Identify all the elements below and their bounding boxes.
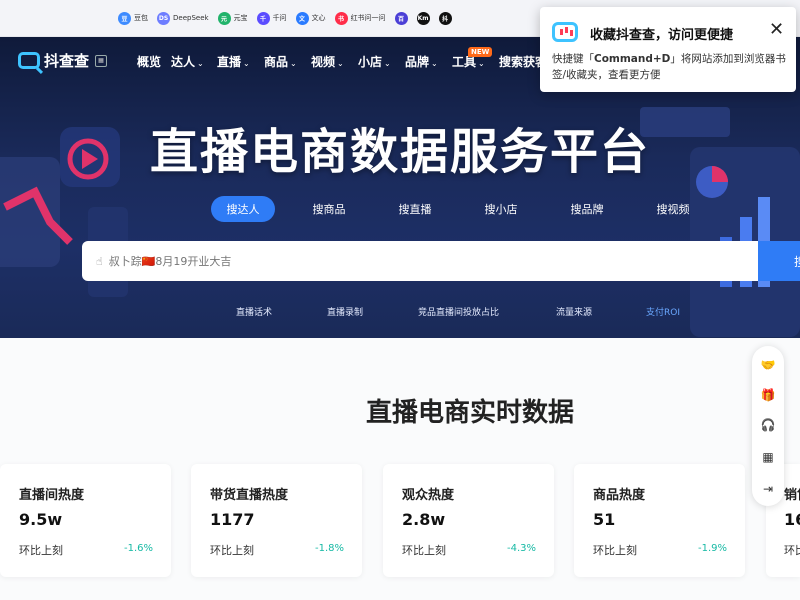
search-box: ☝ bbox=[82, 241, 800, 281]
logo-icon bbox=[552, 22, 578, 42]
search-input[interactable] bbox=[102, 242, 800, 280]
site-logo[interactable]: 抖查查 ▦ bbox=[18, 50, 108, 71]
card-title: 带货直播热度 bbox=[210, 488, 289, 503]
handshake-icon[interactable]: 🤝 bbox=[760, 357, 776, 373]
stat-card[interactable]: 商品热度 51 环比上刻 -1.9% bbox=[574, 464, 745, 577]
stat-card[interactable]: 直播间热度 9.5w 环比上刻 -1.6% bbox=[0, 464, 171, 577]
kimi-icon: Km bbox=[416, 11, 430, 25]
xiaohongshu-icon: 书 bbox=[334, 11, 348, 25]
chevron-down-icon: ⌄ bbox=[197, 59, 204, 68]
chevron-down-icon: ⌄ bbox=[431, 59, 438, 68]
bookmark-wenxin[interactable]: 文文心 bbox=[295, 11, 326, 25]
doubao-icon: 豆 bbox=[118, 11, 131, 25]
chevron-down-icon: ⌄ bbox=[478, 59, 485, 68]
nav-brand[interactable]: 品牌 ⌄ bbox=[405, 53, 438, 70]
chevron-down-icon: ⌄ bbox=[290, 59, 297, 68]
pointer-hand-icon: ☝ bbox=[96, 254, 103, 268]
bookmark-kimi[interactable]: Km bbox=[416, 11, 430, 25]
wenxin-icon: 文 bbox=[295, 11, 309, 25]
yuanbao-icon: 元 bbox=[217, 11, 231, 25]
bookmark-qianwen[interactable]: 千千问 bbox=[256, 11, 287, 25]
realtime-section: 直播电商实时数据 直播间热度 9.5w 环比上刻 -1.6% 带货直播热度 11… bbox=[0, 338, 800, 600]
bookmark-yuanbao[interactable]: 元元宝 bbox=[217, 11, 248, 25]
grid-icon[interactable]: ▦ bbox=[95, 54, 108, 67]
card-compare-label: 环比 bbox=[784, 544, 800, 557]
gift-icon[interactable]: 🎁 bbox=[760, 387, 776, 403]
search-button[interactable]: 搜 bbox=[758, 241, 800, 281]
section-title: 直播电商实时数据 bbox=[365, 398, 574, 428]
card-compare-label: 环比上刻 bbox=[210, 544, 254, 557]
shortcut-key: Command+D bbox=[594, 53, 671, 65]
card-value: 1177 bbox=[210, 510, 255, 529]
headset-icon[interactable]: 🎧 bbox=[760, 417, 776, 433]
qianwen-icon: 千 bbox=[256, 11, 270, 25]
nav-video[interactable]: 视频 ⌄ bbox=[311, 53, 344, 70]
card-change: -4.3% bbox=[506, 543, 536, 554]
side-toolbar: 🤝 🎁 🎧 ▦ ⇥ bbox=[752, 346, 784, 506]
card-value: 9.5w bbox=[19, 510, 63, 529]
nav-influencer[interactable]: 达人 ⌄ bbox=[171, 53, 204, 70]
tab-search-brand[interactable]: 搜品牌 bbox=[557, 196, 617, 222]
card-compare-label: 环比上刻 bbox=[402, 544, 446, 557]
qrcode-icon[interactable]: ▦ bbox=[760, 449, 776, 465]
bookmark-baidu[interactable]: 百 bbox=[394, 11, 408, 25]
quick-link-competitor-ads[interactable]: 竞品直播间投放占比 bbox=[418, 305, 499, 318]
deepseek-icon: DS bbox=[157, 11, 170, 25]
tab-search-live[interactable]: 搜直播 bbox=[385, 196, 445, 222]
card-value: 16 bbox=[784, 510, 800, 529]
stat-card[interactable]: 观众热度 2.8w 环比上刻 -4.3% bbox=[383, 464, 554, 577]
card-title: 观众热度 bbox=[402, 488, 455, 503]
new-badge: NEW bbox=[468, 47, 493, 57]
exit-icon[interactable]: ⇥ bbox=[760, 481, 776, 497]
card-title: 销售 bbox=[784, 488, 800, 503]
search-tabs: 搜达人 搜商品 搜直播 搜小店 搜品牌 搜视频 bbox=[211, 196, 703, 222]
card-title: 直播间热度 bbox=[19, 488, 85, 503]
tab-search-product[interactable]: 搜商品 bbox=[299, 196, 359, 222]
chevron-down-icon: ⌄ bbox=[337, 59, 344, 68]
nav-shop[interactable]: 小店 ⌄ bbox=[358, 53, 391, 70]
nav-product[interactable]: 商品 ⌄ bbox=[264, 53, 297, 70]
bookmark-xiaohongshu[interactable]: 书红书问一问 bbox=[334, 11, 386, 25]
card-value: 2.8w bbox=[402, 510, 446, 529]
card-title: 商品热度 bbox=[593, 488, 646, 503]
chevron-down-icon: ⌄ bbox=[243, 59, 250, 68]
bookmark-popup: 收藏抖查查，访问更便捷 ✕ 快捷键「Command+D」将网站添加到浏览器书签/… bbox=[540, 7, 796, 92]
bookmark-deepseek[interactable]: DS DeepSeek bbox=[157, 11, 209, 25]
chevron-down-icon: ⌄ bbox=[384, 59, 391, 68]
nav-live[interactable]: 直播 ⌄ bbox=[217, 53, 250, 70]
tab-search-video[interactable]: 搜视频 bbox=[643, 196, 703, 222]
hero-headline: 直播电商数据服务平台 bbox=[149, 124, 650, 180]
logo-icon bbox=[18, 52, 40, 69]
quick-link-traffic-source[interactable]: 流量来源 bbox=[556, 305, 592, 318]
bookmark-douyin[interactable]: 抖 bbox=[438, 11, 452, 25]
douyin-icon: 抖 bbox=[438, 11, 452, 25]
bookmark-doubao[interactable]: 豆豆包 bbox=[118, 11, 148, 25]
quick-link-live-script[interactable]: 直播话术 bbox=[236, 305, 272, 318]
stat-card[interactable]: 带货直播热度 1177 环比上刻 -1.8% bbox=[191, 464, 362, 577]
card-change: -1.6% bbox=[123, 543, 153, 554]
close-icon[interactable]: ✕ bbox=[769, 21, 784, 39]
card-compare-label: 环比上刻 bbox=[19, 544, 63, 557]
tab-search-influencer[interactable]: 搜达人 bbox=[211, 196, 275, 222]
card-value: 51 bbox=[593, 510, 616, 529]
popup-description: 快捷键「Command+D」将网站添加到浏览器书签/收藏夹，查看更方便 bbox=[552, 53, 786, 81]
card-change: -1.8% bbox=[314, 543, 344, 554]
card-compare-label: 环比上刻 bbox=[593, 544, 637, 557]
quick-link-roi[interactable]: 支付ROI bbox=[646, 305, 680, 318]
nav-overview[interactable]: 概览 bbox=[137, 53, 161, 70]
quick-link-live-record[interactable]: 直播录制 bbox=[327, 305, 363, 318]
popup-title: 收藏抖查查，访问更便捷 bbox=[590, 28, 734, 43]
tab-search-shop[interactable]: 搜小店 bbox=[471, 196, 531, 222]
baidu-icon: 百 bbox=[394, 11, 408, 25]
card-change: -1.9% bbox=[697, 543, 727, 554]
